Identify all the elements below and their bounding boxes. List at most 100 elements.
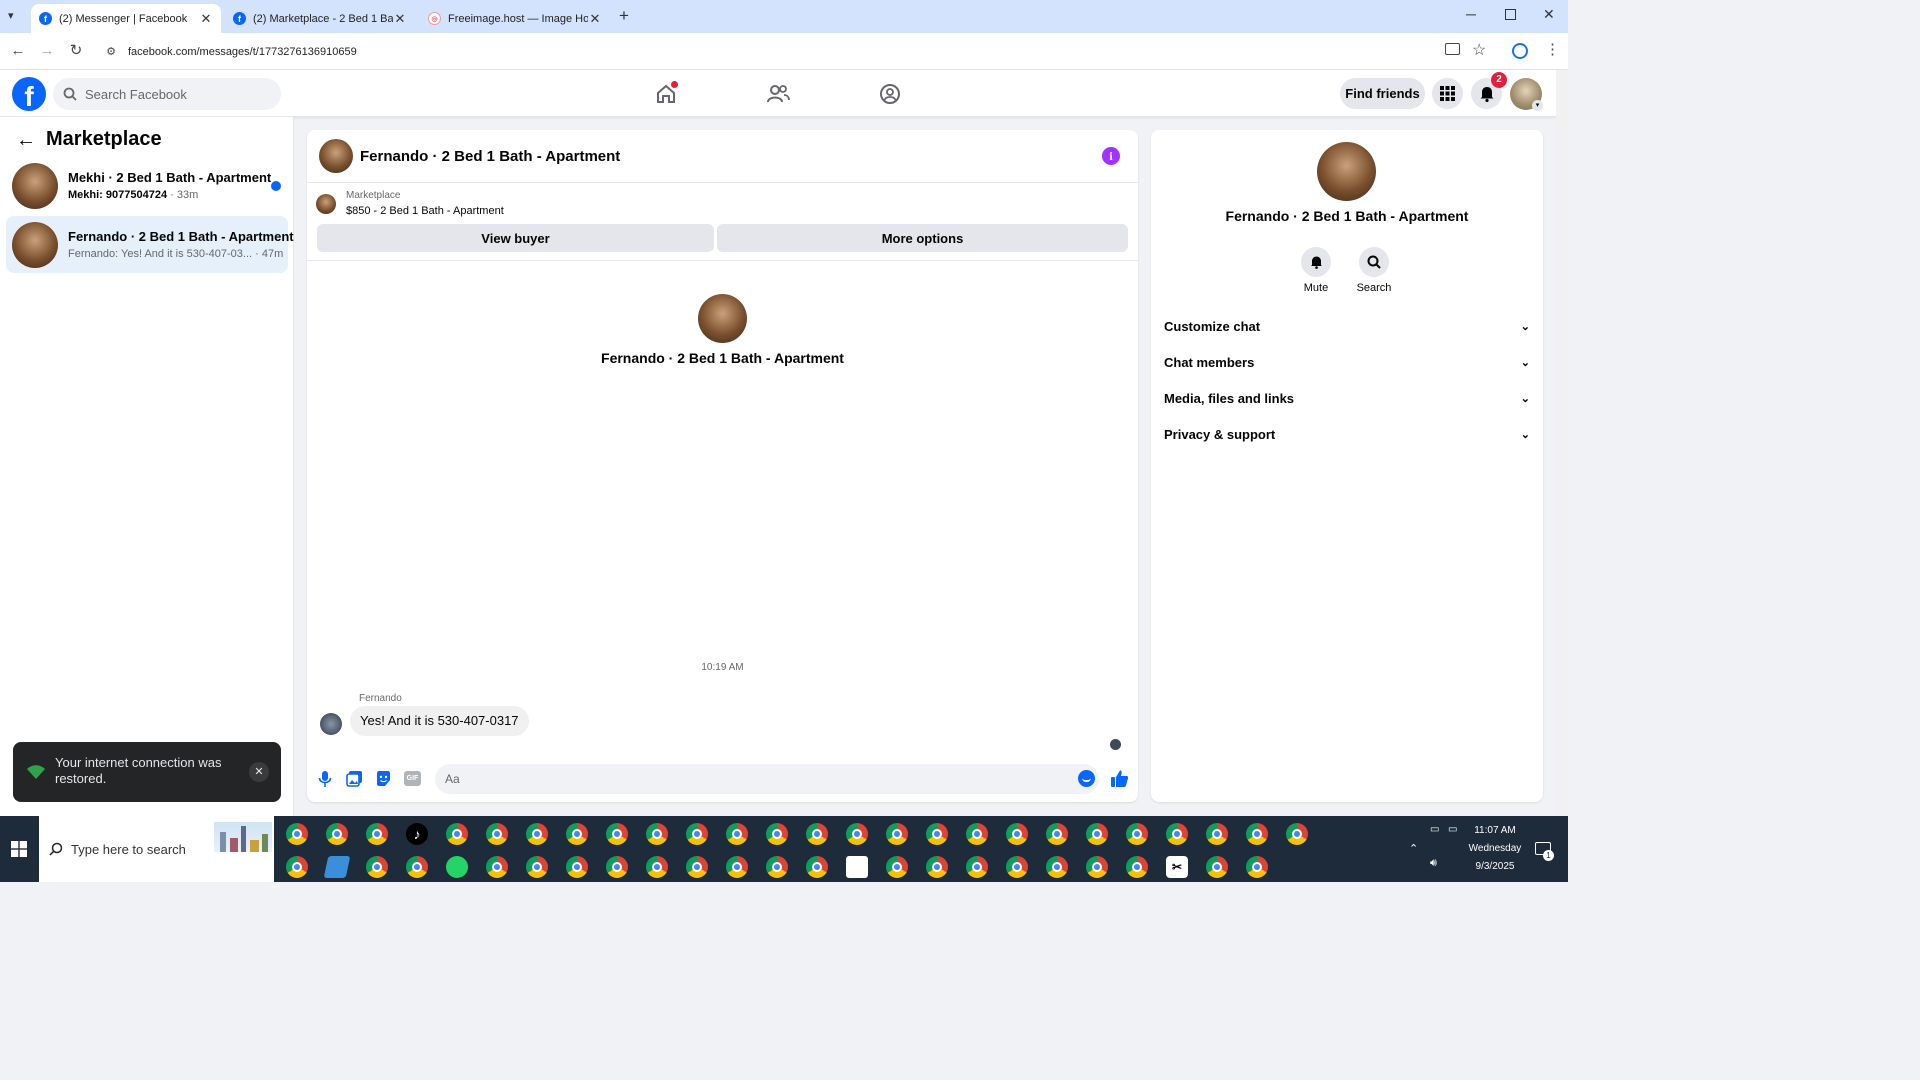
tiktok-taskbar-icon[interactable]: ♪ xyxy=(406,823,428,845)
chrome-taskbar-icon[interactable] xyxy=(926,856,948,878)
display-icon[interactable]: ▭ xyxy=(1448,824,1457,835)
taskbar-search-box[interactable]: Type here to search xyxy=(39,816,274,882)
clock-date[interactable]: 9/3/2025 xyxy=(1466,861,1524,872)
whatsapp-taskbar-icon[interactable] xyxy=(446,856,468,878)
thumbs-up-icon[interactable] xyxy=(1110,769,1129,788)
chrome-taskbar-icon[interactable] xyxy=(566,856,588,878)
chrome-taskbar-icon[interactable] xyxy=(646,856,668,878)
groups-nav-icon[interactable] xyxy=(875,80,905,108)
chrome-taskbar-icon[interactable] xyxy=(886,823,908,845)
menu-grid-icon[interactable] xyxy=(1432,78,1463,109)
new-tab-button[interactable]: + xyxy=(619,6,629,26)
chrome-taskbar-icon[interactable] xyxy=(766,823,788,845)
url-text[interactable]: facebook.com/messages/t/1773276136910659 xyxy=(128,46,357,58)
page-scrollbar[interactable] xyxy=(1556,70,1568,816)
message-bubble[interactable]: Yes! And it is 530-407-0317 xyxy=(350,706,529,736)
chrome-taskbar-icon[interactable] xyxy=(486,856,508,878)
chat-title[interactable]: Fernando · 2 Bed 1 Bath - Apartment xyxy=(360,148,620,165)
chrome-taskbar-icon[interactable] xyxy=(526,823,548,845)
back-arrow-icon[interactable]: ← xyxy=(8,41,28,61)
profile-icon[interactable] xyxy=(1512,43,1528,59)
chrome-taskbar-icon[interactable] xyxy=(686,856,708,878)
chrome-taskbar-icon[interactable] xyxy=(1006,856,1028,878)
chrome-taskbar-icon[interactable] xyxy=(366,823,388,845)
gif-icon[interactable]: GIF xyxy=(404,771,421,786)
chrome-taskbar-icon[interactable] xyxy=(566,823,588,845)
chrome-taskbar-icon[interactable] xyxy=(1166,823,1188,845)
capcut-taskbar-icon[interactable]: ✂ xyxy=(1166,856,1188,878)
clock-day[interactable]: Wednesday xyxy=(1462,843,1528,854)
browser-tab-freeimage[interactable]: ◎ Freeimage.host — Image Hostin ✕ xyxy=(420,4,610,33)
windows-start-icon[interactable] xyxy=(11,841,27,857)
chrome-taskbar-icon[interactable] xyxy=(966,823,988,845)
chrome-taskbar-icon[interactable] xyxy=(846,823,868,845)
chrome-taskbar-icon[interactable] xyxy=(1246,856,1268,878)
store-taskbar-icon[interactable] xyxy=(846,856,868,878)
chrome-taskbar-icon[interactable] xyxy=(646,823,668,845)
account-chevron-icon[interactable]: ▾ xyxy=(1532,100,1543,111)
minimize-button[interactable]: ─ xyxy=(1466,6,1476,22)
view-buyer-button[interactable]: View buyer xyxy=(317,224,714,252)
more-options-button[interactable]: More options xyxy=(717,224,1128,252)
find-friends-button[interactable]: Find friends xyxy=(1340,78,1425,109)
chrome-taskbar-icon[interactable] xyxy=(406,856,428,878)
close-tab-icon[interactable]: ✕ xyxy=(393,11,407,27)
forward-arrow-icon[interactable]: → xyxy=(37,41,57,61)
mute-action[interactable]: Mute xyxy=(1297,247,1335,294)
bell-icon[interactable] xyxy=(1301,247,1331,277)
chrome-taskbar-icon[interactable] xyxy=(1286,823,1308,845)
chrome-taskbar-icon[interactable] xyxy=(1046,856,1068,878)
search-icon[interactable] xyxy=(1359,247,1389,277)
address-bar[interactable]: ⚙ facebook.com/messages/t/17732761369106… xyxy=(100,37,1472,66)
chrome-taskbar-icon[interactable] xyxy=(366,856,388,878)
chrome-taskbar-icon[interactable] xyxy=(606,823,628,845)
chrome-taskbar-icon[interactable] xyxy=(766,856,788,878)
chrome-taskbar-icon[interactable] xyxy=(326,823,348,845)
chat-avatar[interactable] xyxy=(319,139,353,173)
media-files-links-section[interactable]: Media, files and links ⌄ xyxy=(1164,383,1530,413)
chrome-taskbar-icon[interactable] xyxy=(806,823,828,845)
message-input[interactable]: Aa xyxy=(435,764,1099,794)
clock-time[interactable]: 11:07 AM xyxy=(1466,825,1524,836)
chrome-taskbar-icon[interactable] xyxy=(1246,823,1268,845)
microphone-icon[interactable] xyxy=(318,770,332,788)
volume-icon[interactable]: 🔊︎ xyxy=(1430,857,1437,870)
chrome-taskbar-icon[interactable] xyxy=(1206,823,1228,845)
close-tab-icon[interactable]: ✕ xyxy=(588,11,602,27)
chrome-taskbar-icon[interactable] xyxy=(1126,823,1148,845)
close-toast-icon[interactable]: ✕ xyxy=(249,762,269,782)
chrome-taskbar-icon[interactable] xyxy=(926,823,948,845)
close-tab-icon[interactable]: ✕ xyxy=(199,11,213,27)
bookmark-star-icon[interactable]: ☆ xyxy=(1472,40,1486,60)
photo-icon[interactable] xyxy=(346,770,363,787)
chat-members-section[interactable]: Chat members ⌄ xyxy=(1164,347,1530,377)
install-app-icon[interactable] xyxy=(1445,43,1460,55)
sender-avatar[interactable] xyxy=(320,713,342,735)
emoji-icon[interactable] xyxy=(1078,770,1095,787)
chrome-taskbar-icon[interactable] xyxy=(886,856,908,878)
reload-icon[interactable]: ↻ xyxy=(66,41,86,61)
tray-chevron-icon[interactable]: ⌃ xyxy=(1409,842,1418,855)
chrome-taskbar-icon[interactable] xyxy=(686,823,708,845)
chrome-taskbar-icon[interactable] xyxy=(526,856,548,878)
chrome-taskbar-icon[interactable] xyxy=(726,823,748,845)
site-info-icon[interactable]: ⚙ xyxy=(100,45,122,58)
sticker-icon[interactable] xyxy=(375,770,392,787)
info-icon[interactable]: i xyxy=(1102,147,1120,165)
privacy-support-section[interactable]: Privacy & support ⌄ xyxy=(1164,419,1530,449)
network-icon[interactable]: ▭ xyxy=(1430,824,1439,835)
chrome-taskbar-icon[interactable] xyxy=(446,823,468,845)
chrome-taskbar-icon[interactable] xyxy=(1086,823,1108,845)
tab-list-chevron-icon[interactable]: ▾ xyxy=(8,9,14,22)
chrome-taskbar-icon[interactable] xyxy=(1206,856,1228,878)
chrome-taskbar-icon[interactable] xyxy=(1046,823,1068,845)
back-arrow-icon[interactable]: ← xyxy=(16,129,36,152)
chrome-taskbar-icon[interactable] xyxy=(286,856,308,878)
notifications-bell-icon[interactable]: 2 xyxy=(1471,72,1507,109)
search-action[interactable]: Search xyxy=(1355,247,1393,294)
browser-menu-icon[interactable]: ⋮ xyxy=(1545,40,1560,58)
customize-chat-section[interactable]: Customize chat ⌄ xyxy=(1164,311,1530,341)
conversation-item[interactable]: Mekhi · 2 Bed 1 Bath - Apartment Mekhi: … xyxy=(6,157,288,214)
home-nav-icon[interactable] xyxy=(651,80,681,108)
listing-title[interactable]: $850 - 2 Bed 1 Bath - Apartment xyxy=(346,205,504,217)
